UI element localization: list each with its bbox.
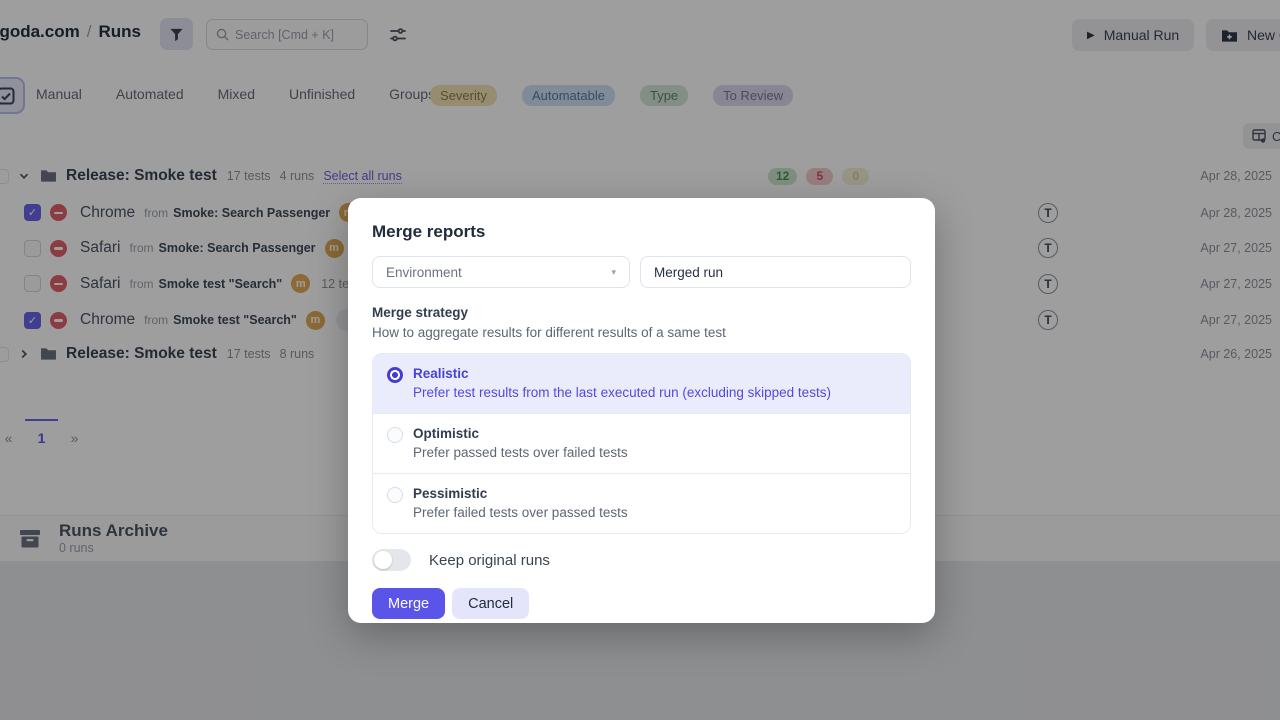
option-label: Pessimistic <box>413 486 628 501</box>
option-description: Prefer passed tests over failed tests <box>413 445 628 460</box>
cancel-button[interactable]: Cancel <box>452 588 529 619</box>
modal-actions: Merge Cancel <box>372 588 911 619</box>
merge-strategy-options: Realistic Prefer test results from the l… <box>372 353 911 534</box>
option-optimistic[interactable]: Optimistic Prefer passed tests over fail… <box>373 413 910 473</box>
merge-strategy-help: How to aggregate results for different r… <box>372 325 911 340</box>
toggle-knob <box>374 551 392 569</box>
keep-original-label: Keep original runs <box>429 552 550 569</box>
merge-strategy-label: Merge strategy <box>372 305 911 320</box>
chevron-down-icon: ▾ <box>611 267 616 278</box>
keep-original-row: Keep original runs <box>372 549 911 571</box>
modal-title: Merge reports <box>372 222 911 242</box>
option-label: Optimistic <box>413 426 628 441</box>
radio-icon[interactable] <box>387 487 403 503</box>
radio-selected-icon[interactable] <box>387 367 403 383</box>
merge-reports-modal: Merge reports Environment ▾ Merge strate… <box>348 198 935 623</box>
keep-original-toggle[interactable] <box>372 549 411 571</box>
modal-controls: Environment ▾ <box>372 256 911 288</box>
option-description: Prefer test results from the last execut… <box>413 385 831 400</box>
merge-button[interactable]: Merge <box>372 588 445 619</box>
environment-select-value: Environment <box>386 265 462 280</box>
merged-run-name-input[interactable] <box>640 256 911 288</box>
option-pessimistic[interactable]: Pessimistic Prefer failed tests over pas… <box>373 473 910 533</box>
option-realistic[interactable]: Realistic Prefer test results from the l… <box>373 354 910 413</box>
environment-select[interactable]: Environment ▾ <box>372 256 630 288</box>
option-description: Prefer failed tests over passed tests <box>413 505 628 520</box>
option-label: Realistic <box>413 366 831 381</box>
radio-icon[interactable] <box>387 427 403 443</box>
